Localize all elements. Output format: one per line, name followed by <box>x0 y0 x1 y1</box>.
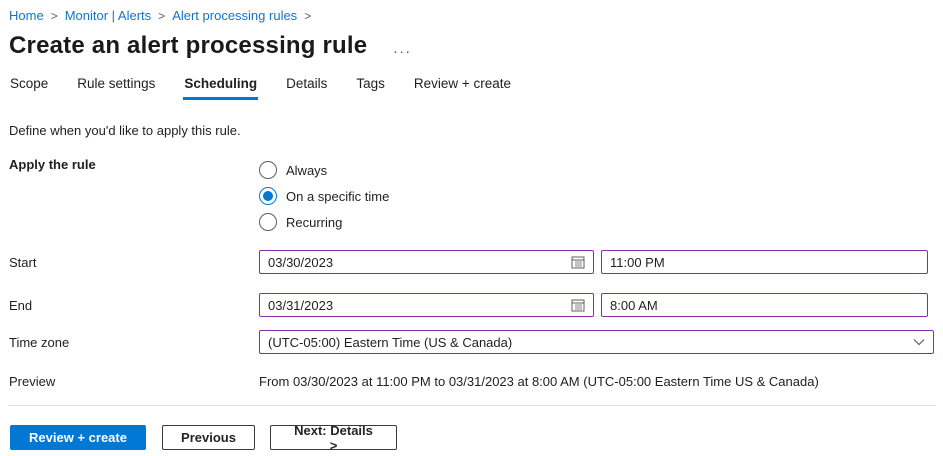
breadcrumb-separator: > <box>158 9 165 23</box>
create-alert-processing-rule-page: Home > Monitor | Alerts > Alert processi… <box>0 0 943 450</box>
start-label: Start <box>9 255 259 270</box>
end-row: End 03/31/2023 8:00 AM <box>9 293 935 317</box>
time-zone-dropdown[interactable]: (UTC-05:00) Eastern Time (US & Canada) <box>259 330 934 354</box>
start-time-input[interactable]: 11:00 PM <box>601 250 928 274</box>
radio-option-recurring[interactable]: Recurring <box>259 209 389 235</box>
preview-row: Preview From 03/30/2023 at 11:00 PM to 0… <box>9 374 935 389</box>
radio-option-label: Recurring <box>286 215 342 230</box>
time-zone-row: Time zone (UTC-05:00) Eastern Time (US &… <box>9 330 935 354</box>
title-row: Create an alert processing rule ... <box>9 32 935 60</box>
breadcrumb-home-link[interactable]: Home <box>9 8 44 23</box>
wizard-tabs: Scope Rule settings Scheduling Details T… <box>9 76 935 100</box>
calendar-icon[interactable] <box>571 298 585 312</box>
tab-tags[interactable]: Tags <box>355 76 386 100</box>
page-title: Create an alert processing rule <box>9 32 367 60</box>
tab-details[interactable]: Details <box>285 76 328 100</box>
apply-the-rule-radio-group: Always On a specific time Recurring <box>259 157 389 235</box>
start-row: Start 03/30/2023 11:00 PM <box>9 250 935 274</box>
chevron-down-icon <box>913 338 925 346</box>
breadcrumb-separator: > <box>51 9 58 23</box>
end-label: End <box>9 298 259 313</box>
radio-option-always[interactable]: Always <box>259 157 389 183</box>
apply-the-rule-label: Apply the rule <box>9 157 259 172</box>
end-date-input[interactable]: 03/31/2023 <box>259 293 594 317</box>
start-date-input[interactable]: 03/30/2023 <box>259 250 594 274</box>
radio-option-label: Always <box>286 163 327 178</box>
calendar-icon[interactable] <box>571 255 585 269</box>
preview-value: From 03/30/2023 at 11:00 PM to 03/31/202… <box>259 374 819 389</box>
end-date-value: 03/31/2023 <box>268 298 333 313</box>
footer-buttons: Review + create Previous Next: Details > <box>9 425 935 450</box>
radio-option-label: On a specific time <box>286 189 389 204</box>
radio-option-on-a-specific-time[interactable]: On a specific time <box>259 183 389 209</box>
end-time-input[interactable]: 8:00 AM <box>601 293 928 317</box>
tab-review-create[interactable]: Review + create <box>413 76 512 100</box>
end-time-value: 8:00 AM <box>610 298 658 313</box>
previous-button[interactable]: Previous <box>162 425 255 450</box>
breadcrumb: Home > Monitor | Alerts > Alert processi… <box>9 8 935 23</box>
review-create-button[interactable]: Review + create <box>10 425 146 450</box>
footer-divider <box>8 405 936 406</box>
tab-scheduling[interactable]: Scheduling <box>183 76 258 100</box>
radio-icon[interactable] <box>259 213 277 231</box>
start-date-value: 03/30/2023 <box>268 255 333 270</box>
tab-rule-settings[interactable]: Rule settings <box>76 76 156 100</box>
tab-scope[interactable]: Scope <box>9 76 49 100</box>
breadcrumb-monitor-alerts-link[interactable]: Monitor | Alerts <box>65 8 151 23</box>
apply-the-rule-row: Apply the rule Always On a specific time… <box>9 157 935 235</box>
preview-label: Preview <box>9 374 259 389</box>
time-zone-value: (UTC-05:00) Eastern Time (US & Canada) <box>268 335 512 350</box>
radio-selected-icon[interactable] <box>259 187 277 205</box>
next-details-button[interactable]: Next: Details > <box>270 425 397 450</box>
breadcrumb-alert-processing-rules-link[interactable]: Alert processing rules <box>172 8 297 23</box>
time-zone-label: Time zone <box>9 335 259 350</box>
scheduling-description: Define when you'd like to apply this rul… <box>9 123 935 138</box>
more-actions-icon[interactable]: ... <box>393 40 412 57</box>
radio-icon[interactable] <box>259 161 277 179</box>
start-time-value: 11:00 PM <box>610 255 665 270</box>
breadcrumb-separator: > <box>304 9 311 23</box>
